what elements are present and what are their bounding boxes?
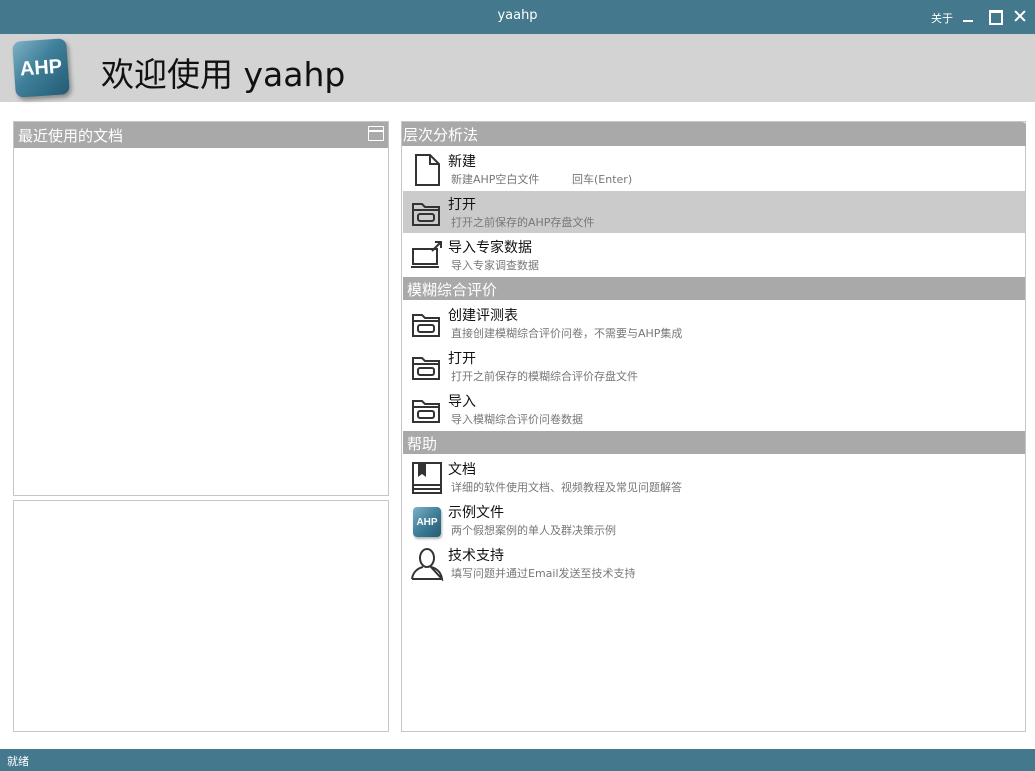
documentation-item[interactable]: 文档 详细的软件使用文档、视频教程及常见问题解答: [403, 456, 1025, 498]
open-folder-icon: [410, 350, 444, 384]
maximize-icon[interactable]: [984, 6, 1004, 26]
new-document-icon: [410, 153, 444, 187]
item-description: 详细的软件使用文档、视频教程及常见问题解答: [451, 481, 682, 494]
open-ahp-item[interactable]: 打开 打开之前保存的AHP存盘文件: [403, 191, 1025, 233]
import-fuzzy-item[interactable]: 导入 导入模糊综合评价问卷数据: [403, 388, 1025, 430]
welcome-header: AHP 欢迎使用 yaahp: [0, 34, 1035, 102]
recent-documents-header: 最近使用的文档: [14, 122, 388, 148]
tech-support-item[interactable]: 技术支持 填写问题并通过Email发送至技术支持: [403, 542, 1025, 584]
minimize-icon[interactable]: [958, 6, 978, 26]
about-button[interactable]: 关于: [931, 10, 953, 26]
item-description: 打开之前保存的AHP存盘文件: [451, 216, 595, 229]
item-description: 导入模糊综合评价问卷数据: [451, 413, 583, 426]
item-label: 技术支持: [448, 548, 504, 564]
item-description: 导入专家调查数据: [451, 259, 539, 272]
book-icon: [410, 461, 444, 495]
open-fuzzy-item[interactable]: 打开 打开之前保存的模糊综合评价存盘文件: [403, 345, 1025, 387]
item-label: 导入专家数据: [448, 240, 532, 256]
import-expert-data-item[interactable]: 导入专家数据 导入专家调查数据: [403, 234, 1025, 276]
item-label: 文档: [448, 462, 476, 478]
recent-documents-title: 最近使用的文档: [18, 127, 124, 145]
item-description: 新建AHP空白文件: [451, 173, 540, 186]
import-monitor-icon: [410, 239, 444, 273]
create-questionnaire-item[interactable]: 创建评测表 直接创建模糊综合评价问卷，不需要与AHP集成: [403, 302, 1025, 344]
new-ahp-item[interactable]: 新建 新建AHP空白文件 回车(Enter): [403, 148, 1025, 190]
start-actions-panel: 层次分析法 新建 新建AHP空白文件 回车(Enter) 打开 打开之前保存的A…: [401, 121, 1026, 732]
item-label: 新建: [448, 154, 476, 170]
item-label: 导入: [448, 394, 476, 410]
status-text: 就绪: [7, 755, 29, 768]
item-label: 打开: [448, 197, 476, 213]
item-label: 打开: [448, 351, 476, 367]
ahp-logo-icon: AHP: [410, 504, 444, 538]
document-preview-panel: [13, 500, 389, 732]
open-folder-icon: [410, 393, 444, 427]
close-icon[interactable]: [1010, 6, 1030, 26]
pane-toggle-icon[interactable]: [368, 126, 384, 141]
recent-documents-panel: 最近使用的文档: [13, 121, 389, 496]
open-folder-icon: [410, 307, 444, 341]
sample-files-item[interactable]: AHP 示例文件 两个假想案例的单人及群决策示例: [403, 499, 1025, 541]
open-folder-icon: [410, 196, 444, 230]
user-icon: [410, 547, 444, 582]
item-label: 创建评测表: [448, 308, 518, 324]
item-description: 打开之前保存的模糊综合评价存盘文件: [451, 370, 638, 383]
ahp-section-header: 层次分析法: [402, 122, 1026, 146]
window-title: yaahp: [497, 8, 538, 23]
item-description: 填写问题并通过Email发送至技术支持: [451, 567, 636, 580]
item-description: 两个假想案例的单人及群决策示例: [451, 524, 616, 537]
title-bar: yaahp 关于: [0, 0, 1035, 34]
status-bar: 就绪: [0, 749, 1035, 771]
item-label: 示例文件: [448, 505, 504, 521]
item-description: 直接创建模糊综合评价问卷，不需要与AHP集成: [451, 327, 683, 340]
welcome-title: 欢迎使用 yaahp: [101, 55, 346, 94]
shortcut-hint: 回车(Enter): [572, 173, 633, 186]
fuzzy-section-header: 模糊综合评价: [403, 277, 1025, 300]
help-section-header: 帮助: [403, 431, 1025, 454]
ahp-logo-icon: AHP: [12, 38, 70, 98]
